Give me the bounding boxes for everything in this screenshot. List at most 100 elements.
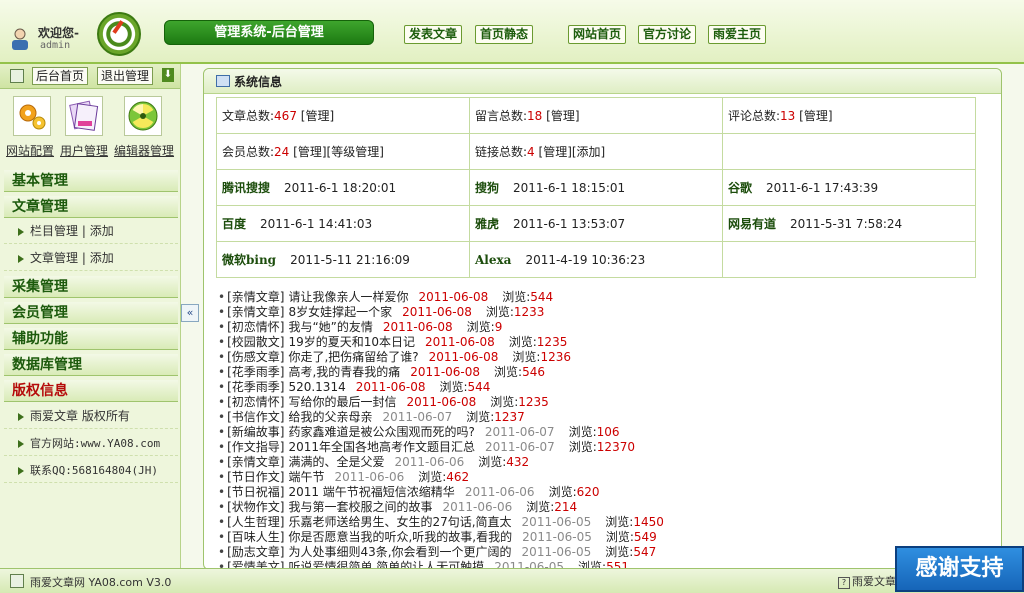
article-category[interactable]: [作文指导] bbox=[227, 440, 284, 454]
bullet: • bbox=[218, 320, 226, 334]
article-title[interactable]: 19岁的夏天和10本日记 bbox=[288, 335, 415, 349]
sidebar-category-copyright[interactable]: 版权信息 bbox=[4, 380, 178, 402]
article-category[interactable]: [初恋情怀] bbox=[227, 395, 284, 409]
sidebar-category-article[interactable]: 文章管理 bbox=[4, 196, 178, 218]
list-item[interactable]: • [花季雨季] 520.1314 2011-06-08 浏览:544 bbox=[218, 380, 998, 395]
article-views: 浏览:1235 bbox=[508, 335, 568, 349]
sidebar-item-label[interactable]: 文章管理 bbox=[30, 251, 78, 265]
list-item[interactable]: • [百味人生] 你是否愿意当我的听众,听我的故事,看我的 2011-06-05 浏览:… bbox=[218, 530, 998, 545]
article-title[interactable]: 为人处事细则43条,你会看到一个更广阔的 bbox=[288, 545, 511, 559]
article-category[interactable]: [状物作文] bbox=[227, 500, 284, 514]
yuai-home-button[interactable]: 雨爱主页 bbox=[708, 25, 767, 44]
static-home-button[interactable]: 首页静态 bbox=[475, 25, 534, 44]
manage-articles-link[interactable]: [管理] bbox=[301, 109, 334, 123]
list-item[interactable]: • [亲情文章] 满满的、全是父爱 2011-06-06 浏览:432 bbox=[218, 455, 998, 470]
article-title[interactable]: 高考,我的青春我的痛 bbox=[288, 365, 400, 379]
article-category[interactable]: [初恋情怀] bbox=[227, 320, 284, 334]
list-item[interactable]: • [人生哲理] 乐嘉老师送给男生、女生的27句话,简直太 2011-06-05 浏览:… bbox=[218, 515, 998, 530]
add-link[interactable]: 添加 bbox=[90, 224, 114, 238]
list-item[interactable]: • [亲情文章] 请让我像亲人一样爱你 2011-06-08 浏览:544 bbox=[218, 290, 998, 305]
article-category[interactable]: [花季雨季] bbox=[227, 380, 284, 394]
sidebar-category-basic[interactable]: 基本管理 bbox=[4, 170, 178, 192]
editor-management-link[interactable]: 编辑器管理 bbox=[114, 142, 174, 159]
article-title[interactable]: 写给你的最后一封信 bbox=[288, 395, 396, 409]
sidebar-category-collect[interactable]: 采集管理 bbox=[4, 276, 178, 298]
article-title[interactable]: 我与第一套校服之间的故事 bbox=[288, 500, 432, 514]
article-category[interactable]: [节日作文] bbox=[227, 470, 284, 484]
list-item[interactable]: • [初恋情怀] 写给你的最后一封信 2011-06-08 浏览:1235 bbox=[218, 395, 998, 410]
user-management-link[interactable]: 用户管理 bbox=[60, 142, 108, 159]
sidebar-item-column[interactable]: 栏目管理 | 添加 bbox=[4, 218, 178, 244]
article-category[interactable]: [亲情文章] bbox=[227, 305, 284, 319]
logout-button[interactable]: 退出管理 bbox=[97, 67, 154, 85]
list-item[interactable]: • [花季雨季] 高考,我的青春我的痛 2011-06-08 浏览:546 bbox=[218, 365, 998, 380]
gear-icon[interactable] bbox=[13, 96, 51, 136]
download-icon[interactable]: ⬇ bbox=[162, 68, 174, 82]
article-title[interactable]: 满满的、全是父爱 bbox=[288, 455, 384, 469]
article-title[interactable]: 乐嘉老师送给男生、女生的27句话,简直太 bbox=[288, 515, 511, 529]
list-item[interactable]: • [作文指导] 2011年全国各地高考作文题目汇总 2011-06-07 浏览:123… bbox=[218, 440, 998, 455]
article-date: 2011-06-07 bbox=[484, 425, 555, 439]
user-management-icon[interactable] bbox=[65, 96, 103, 136]
article-title[interactable]: 给我的父亲母亲 bbox=[288, 410, 372, 424]
article-title[interactable]: 8岁女娃撑起一个家 bbox=[288, 305, 392, 319]
article-title[interactable]: 我与“她”的友情 bbox=[288, 320, 372, 334]
admin-home-button[interactable]: 后台首页 bbox=[32, 67, 89, 85]
official-forum-button[interactable]: 官方讨论 bbox=[638, 25, 697, 44]
list-item[interactable]: • [伤感文章] 你走了,把伤痛留给了谁? 2011-06-08 浏览:1236 bbox=[218, 350, 998, 365]
sidebar-item-article[interactable]: 文章管理 | 添加 bbox=[4, 245, 178, 271]
article-title[interactable]: 你是否愿意当我的听众,听我的故事,看我的 bbox=[288, 530, 512, 544]
article-title[interactable]: 药家鑫难道是被公众围观而死的吗? bbox=[288, 425, 474, 439]
site-config-link[interactable]: 网站配置 bbox=[6, 142, 54, 159]
article-date: 2011-06-07 bbox=[485, 440, 555, 454]
article-category[interactable]: [亲情文章] bbox=[227, 455, 284, 469]
manage-messages-link[interactable]: [管理] bbox=[546, 109, 579, 123]
article-title[interactable]: 520.1314 bbox=[288, 380, 345, 394]
article-views: 浏览:462 bbox=[418, 470, 470, 484]
article-category[interactable]: [新编故事] bbox=[227, 425, 284, 439]
collapse-sidebar-button[interactable]: « bbox=[181, 304, 199, 322]
list-item[interactable]: • [节日作文] 端午节 2011-06-06 浏览:462 bbox=[218, 470, 998, 485]
sidebar-category-assist[interactable]: 辅助功能 bbox=[4, 328, 178, 350]
manage-members-link[interactable]: [管理][等级管理] bbox=[293, 145, 384, 159]
list-item[interactable]: • [书信作文] 给我的父亲母亲 2011-06-07 浏览:1237 bbox=[218, 410, 998, 425]
list-item[interactable]: • [状物作文] 我与第一套校服之间的故事 2011-06-06 浏览:214 bbox=[218, 500, 998, 515]
thanks-badge[interactable]: 感谢支持 bbox=[895, 546, 1024, 592]
welcome-text: 欢迎您- bbox=[38, 26, 79, 40]
article-category[interactable]: [校园散文] bbox=[227, 335, 284, 349]
radiation-icon[interactable] bbox=[124, 96, 162, 136]
list-item[interactable]: • [亲情文章] 8岁女娃撑起一个家 2011-06-08 浏览:1233 bbox=[218, 305, 998, 320]
list-item[interactable]: • [节日祝福] 2011 端午节祝福短信浓缩精华 2011-06-06 浏览:620 bbox=[218, 485, 998, 500]
article-category[interactable]: [节日祝福] bbox=[227, 485, 284, 499]
article-title[interactable]: 2011 端午节祝福短信浓缩精华 bbox=[288, 485, 454, 499]
article-title[interactable]: 请让我像亲人一样爱你 bbox=[288, 290, 408, 304]
window-icon bbox=[216, 75, 230, 87]
article-title[interactable]: 你走了,把伤痛留给了谁? bbox=[288, 350, 418, 364]
manage-comments-link[interactable]: [管理] bbox=[799, 109, 832, 123]
article-category[interactable]: [伤感文章] bbox=[227, 350, 284, 364]
spider-baidu: 百度 2011-6-1 14:41:03 bbox=[216, 205, 470, 242]
manage-links-link[interactable]: [管理][添加] bbox=[539, 145, 606, 159]
add-link[interactable]: 添加 bbox=[90, 251, 114, 265]
article-category[interactable]: [人生哲理] bbox=[227, 515, 284, 529]
article-category[interactable]: [亲情文章] bbox=[227, 290, 284, 304]
post-article-button[interactable]: 发表文章 bbox=[404, 25, 463, 44]
list-item[interactable]: • [初恋情怀] 我与“她”的友情 2011-06-08 浏览:9 bbox=[218, 320, 998, 335]
official-site: 官方网站:www.YA08.com bbox=[4, 430, 178, 456]
article-category[interactable]: [花季雨季] bbox=[227, 365, 284, 379]
article-category[interactable]: [励志文章] bbox=[227, 545, 284, 559]
article-category[interactable]: [书信作文] bbox=[227, 410, 284, 424]
help-link[interactable]: ? 雨爱文章 bbox=[838, 573, 896, 589]
sidebar-item-label[interactable]: 栏目管理 bbox=[30, 224, 78, 238]
sidebar-category-member[interactable]: 会员管理 bbox=[4, 302, 178, 324]
article-title[interactable]: 2011年全国各地高考作文题目汇总 bbox=[288, 440, 475, 454]
bullet: • bbox=[218, 425, 226, 439]
article-title[interactable]: 端午节 bbox=[288, 470, 324, 484]
list-item[interactable]: • [励志文章] 为人处事细则43条,你会看到一个更广阔的 2011-06-05 浏览:… bbox=[218, 545, 998, 560]
site-home-button[interactable]: 网站首页 bbox=[568, 25, 627, 44]
sidebar-category-database[interactable]: 数据库管理 bbox=[4, 354, 178, 376]
article-views: 浏览:544 bbox=[502, 290, 554, 304]
list-item[interactable]: • [校园散文] 19岁的夏天和10本日记 2011-06-08 浏览:1235 bbox=[218, 335, 998, 350]
list-item[interactable]: • [新编故事] 药家鑫难道是被公众围观而死的吗? 2011-06-07 浏览:106 bbox=[218, 425, 998, 440]
article-category[interactable]: [百味人生] bbox=[227, 530, 284, 544]
